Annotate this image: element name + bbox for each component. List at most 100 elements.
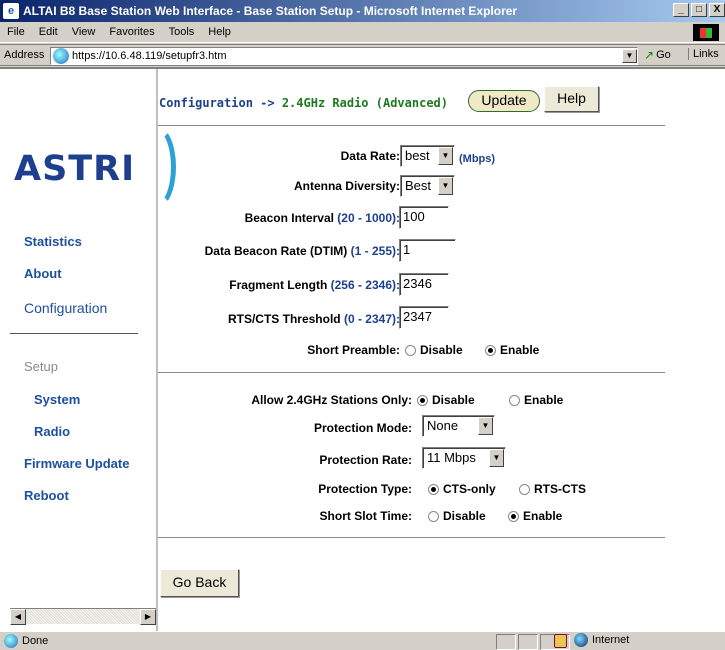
address-dropdown-button[interactable]: ▼ <box>622 49 637 63</box>
address-label: Address <box>4 49 45 61</box>
data-rate-unit: (Mbps) <box>459 153 496 165</box>
address-bar: Address https://10.6.48.119/setupfr3.htm… <box>0 44 725 66</box>
menu-file[interactable]: File <box>0 26 32 38</box>
go-arrow-icon: ↗ <box>644 48 655 62</box>
nav-configuration[interactable]: Configuration <box>24 300 107 316</box>
section-divider-bottom <box>158 537 665 538</box>
data-rate-label: Data Rate: <box>340 149 400 163</box>
menu-favorites[interactable]: Favorites <box>102 26 161 38</box>
menu-tools[interactable]: Tools <box>162 26 202 38</box>
short-preamble-disable-radio[interactable]: Disable <box>405 343 463 357</box>
close-button[interactable]: X <box>709 3 725 17</box>
fragment-length-input[interactable]: 2346 <box>399 273 449 296</box>
data-rate-select[interactable]: best ▼ <box>400 145 455 167</box>
rts-threshold-label: RTS/CTS Threshold (0 - 2347): <box>227 312 400 326</box>
links-button[interactable]: Links <box>688 48 719 60</box>
logo-text: ASTRI <box>14 149 136 189</box>
lock-icon <box>554 634 567 648</box>
dtim-label: Data Beacon Rate (DTIM) (1 - 255): <box>204 244 400 258</box>
go-button[interactable]: ↗ Go <box>644 48 671 62</box>
nav-setup: Setup <box>24 359 58 374</box>
security-zone: Internet <box>574 633 629 647</box>
nav-about[interactable]: About <box>24 266 62 281</box>
chevron-down-icon: ▼ <box>438 177 453 195</box>
left-nav-frame: ASTRI Statistics About Configuration Set… <box>10 81 176 625</box>
short-slot-disable-radio[interactable]: Disable <box>428 509 486 523</box>
short-preamble-label: Short Preamble: <box>307 343 400 357</box>
radio-on-icon <box>508 510 519 522</box>
protection-mode-label: Protection Mode: <box>314 421 412 435</box>
browser-viewport: ASTRI Statistics About Configuration Set… <box>0 67 725 631</box>
status-panel <box>518 634 538 650</box>
protection-rate-value: 11 Mbps <box>427 450 476 465</box>
protection-mode-value: None <box>427 418 459 433</box>
radio-on-icon <box>417 394 428 406</box>
status-text: Done <box>22 635 49 647</box>
breadcrumb: Configuration -> 2.4GHz Radio (Advanced) <box>159 96 448 110</box>
go-label: Go <box>656 49 671 61</box>
window-title: ALTAI B8 Base Station Web Interface - Ba… <box>23 4 518 18</box>
nav-radio[interactable]: Radio <box>34 424 70 439</box>
nav-reboot[interactable]: Reboot <box>24 488 69 503</box>
protection-type-rts-radio[interactable]: RTS-CTS <box>519 482 586 496</box>
address-input[interactable]: https://10.6.48.119/setupfr3.htm ▼ <box>50 47 638 65</box>
stations-only-disable-radio[interactable]: Disable <box>417 393 475 407</box>
short-preamble-enable-radio[interactable]: Enable <box>485 343 539 357</box>
astri-logo: ASTRI <box>14 125 176 209</box>
window-titlebar: e ALTAI B8 Base Station Web Interface - … <box>0 0 725 22</box>
radio-off-icon <box>519 483 530 495</box>
address-url[interactable]: https://10.6.48.119/setupfr3.htm <box>72 50 622 62</box>
nav-system[interactable]: System <box>34 392 80 407</box>
globe-icon <box>574 633 588 647</box>
rts-threshold-input[interactable]: 2347 <box>399 306 449 329</box>
done-page-icon <box>4 634 18 648</box>
beacon-interval-label: Beacon Interval (20 - 1000): <box>244 211 400 225</box>
stations-only-label: Allow 2.4GHz Stations Only: <box>251 393 412 407</box>
protection-rate-label: Protection Rate: <box>319 453 412 467</box>
zone-label: Internet <box>592 634 630 646</box>
menu-help[interactable]: Help <box>201 26 238 38</box>
protection-rate-select[interactable]: 11 Mbps ▼ <box>422 447 506 469</box>
antenna-diversity-value: Best <box>405 178 432 193</box>
status-panel <box>496 634 516 650</box>
ie-icon: e <box>3 3 19 19</box>
help-button[interactable]: Help <box>544 86 599 112</box>
radio-on-icon <box>428 483 439 495</box>
page-icon <box>53 48 69 64</box>
chevron-down-icon: ▼ <box>438 147 453 165</box>
protection-type-cts-radio[interactable]: CTS-only <box>428 482 496 496</box>
radio-off-icon <box>405 344 416 356</box>
menu-edit[interactable]: Edit <box>32 26 65 38</box>
dtim-input[interactable]: 1 <box>399 239 456 262</box>
antenna-diversity-select[interactable]: Best ▼ <box>400 175 455 197</box>
stations-only-enable-radio[interactable]: Enable <box>509 393 563 407</box>
radio-off-icon <box>509 394 520 406</box>
scroll-left-arrow-icon[interactable]: ◀ <box>10 609 26 625</box>
scroll-right-arrow-icon[interactable]: ▶ <box>140 609 156 625</box>
nav-firmware-update[interactable]: Firmware Update <box>24 456 129 471</box>
chevron-down-icon: ▼ <box>489 449 504 467</box>
left-frame-hscrollbar[interactable]: ◀ ▶ <box>10 608 156 625</box>
nav-statistics[interactable]: Statistics <box>24 234 82 249</box>
beacon-interval-input[interactable]: 100 <box>399 206 449 229</box>
short-slot-enable-radio[interactable]: Enable <box>508 509 562 523</box>
radio-on-icon <box>485 344 496 356</box>
short-slot-label: Short Slot Time: <box>319 509 412 523</box>
crumb-prefix: Configuration -> <box>159 96 275 110</box>
go-back-button[interactable]: Go Back <box>160 569 239 597</box>
chevron-down-icon: ▼ <box>478 417 493 435</box>
antenna-diversity-label: Antenna Diversity: <box>293 179 400 193</box>
windows-logo-icon <box>693 24 719 41</box>
minimize-button[interactable]: _ <box>673 3 689 17</box>
protection-mode-select[interactable]: None ▼ <box>422 415 495 437</box>
menu-view[interactable]: View <box>65 26 103 38</box>
protection-type-label: Protection Type: <box>318 482 412 496</box>
nav-divider <box>10 333 138 334</box>
crumb-current: 2.4GHz Radio (Advanced) <box>281 96 448 110</box>
update-button[interactable]: Update <box>468 90 540 112</box>
radio-off-icon <box>428 510 439 522</box>
fragment-length-label: Fragment Length (256 - 2346): <box>229 278 400 292</box>
maximize-button[interactable]: □ <box>691 3 707 17</box>
section-divider-middle <box>158 372 665 373</box>
scroll-track[interactable] <box>26 609 140 624</box>
